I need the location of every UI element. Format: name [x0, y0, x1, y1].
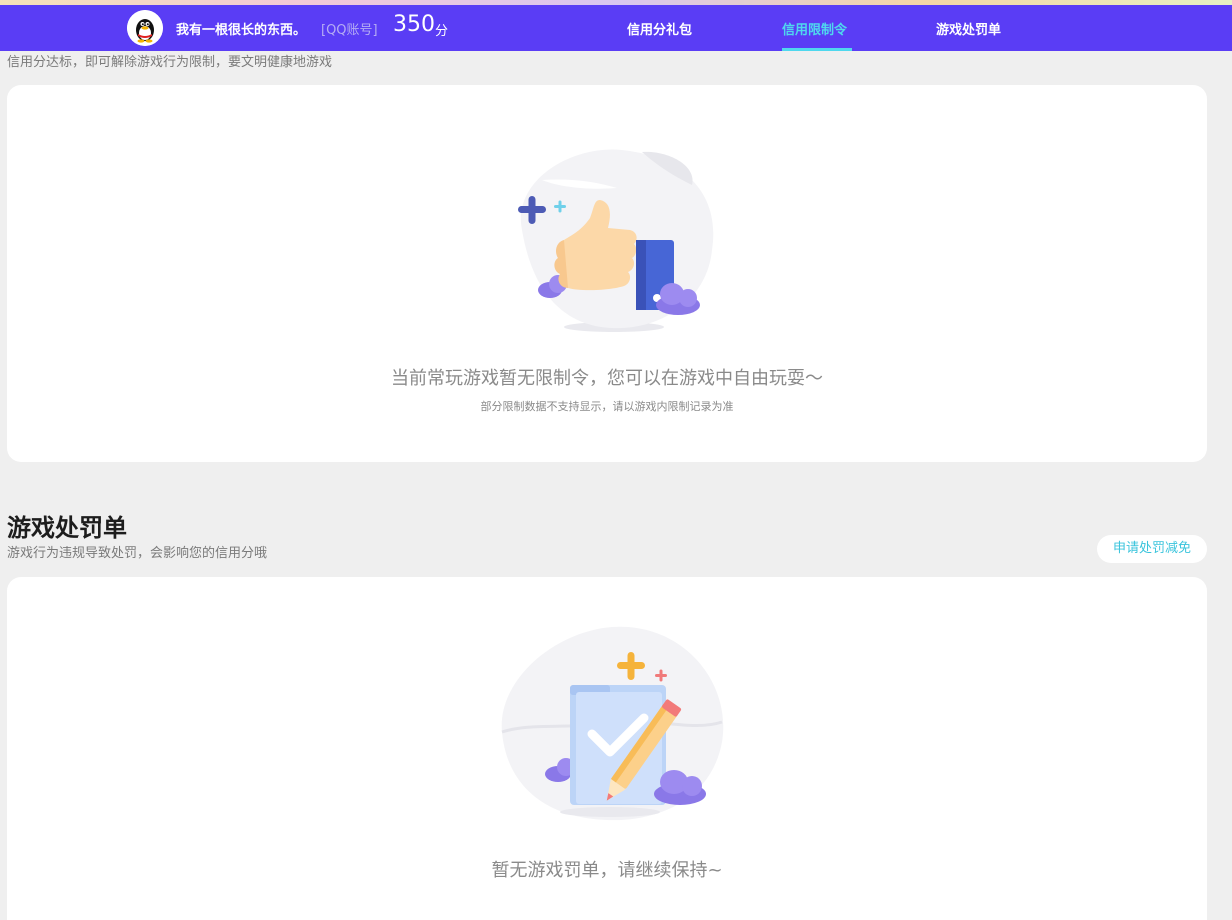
credit-score-unit: 分: [435, 24, 449, 39]
penalty-empty-message: 暂无游戏罚单，请继续保持~: [491, 860, 723, 881]
thumbs-up-icon: [502, 140, 727, 344]
top-navbar: 我有一根很长的东西。 [QQ账号] 350 分 信用分礼包 信用限制令 游戏处罚…: [0, 5, 1232, 51]
active-tab-underline: [782, 48, 852, 51]
account-type-tag: [QQ账号]: [321, 23, 378, 38]
penalty-section-title: 游戏处罚单: [7, 514, 127, 542]
restriction-subtitle: 信用分达标，即可解除游戏行为限制，要文明健康地游戏: [7, 55, 333, 70]
penalty-card: 暂无游戏罚单，请继续保持~: [7, 577, 1207, 920]
penalty-subtitle: 游戏行为违规导致处罚，会影响您的信用分哦: [7, 546, 268, 561]
appeal-penalty-button[interactable]: 申请处罚减免: [1097, 535, 1207, 563]
restriction-empty-note: 部分限制数据不支持显示，请以游戏内限制记录为准: [480, 400, 734, 413]
user-nickname: 我有一根很长的东西。: [176, 23, 307, 38]
tab-credit-gift[interactable]: 信用分礼包: [627, 19, 692, 38]
tab-game-penalty[interactable]: 游戏处罚单: [936, 19, 1001, 38]
tab-credit-restriction[interactable]: 信用限制令: [782, 19, 847, 38]
restriction-card: 当前常玩游戏暂无限制令，您可以在游戏中自由玩耍～ 部分限制数据不支持显示，请以游…: [7, 85, 1207, 462]
qq-penguin-icon[interactable]: [127, 10, 163, 46]
restriction-empty-message: 当前常玩游戏暂无限制令，您可以在游戏中自由玩耍～: [391, 368, 823, 389]
credit-score-value: 350: [393, 12, 435, 37]
checklist-pencil-icon: [492, 622, 732, 826]
